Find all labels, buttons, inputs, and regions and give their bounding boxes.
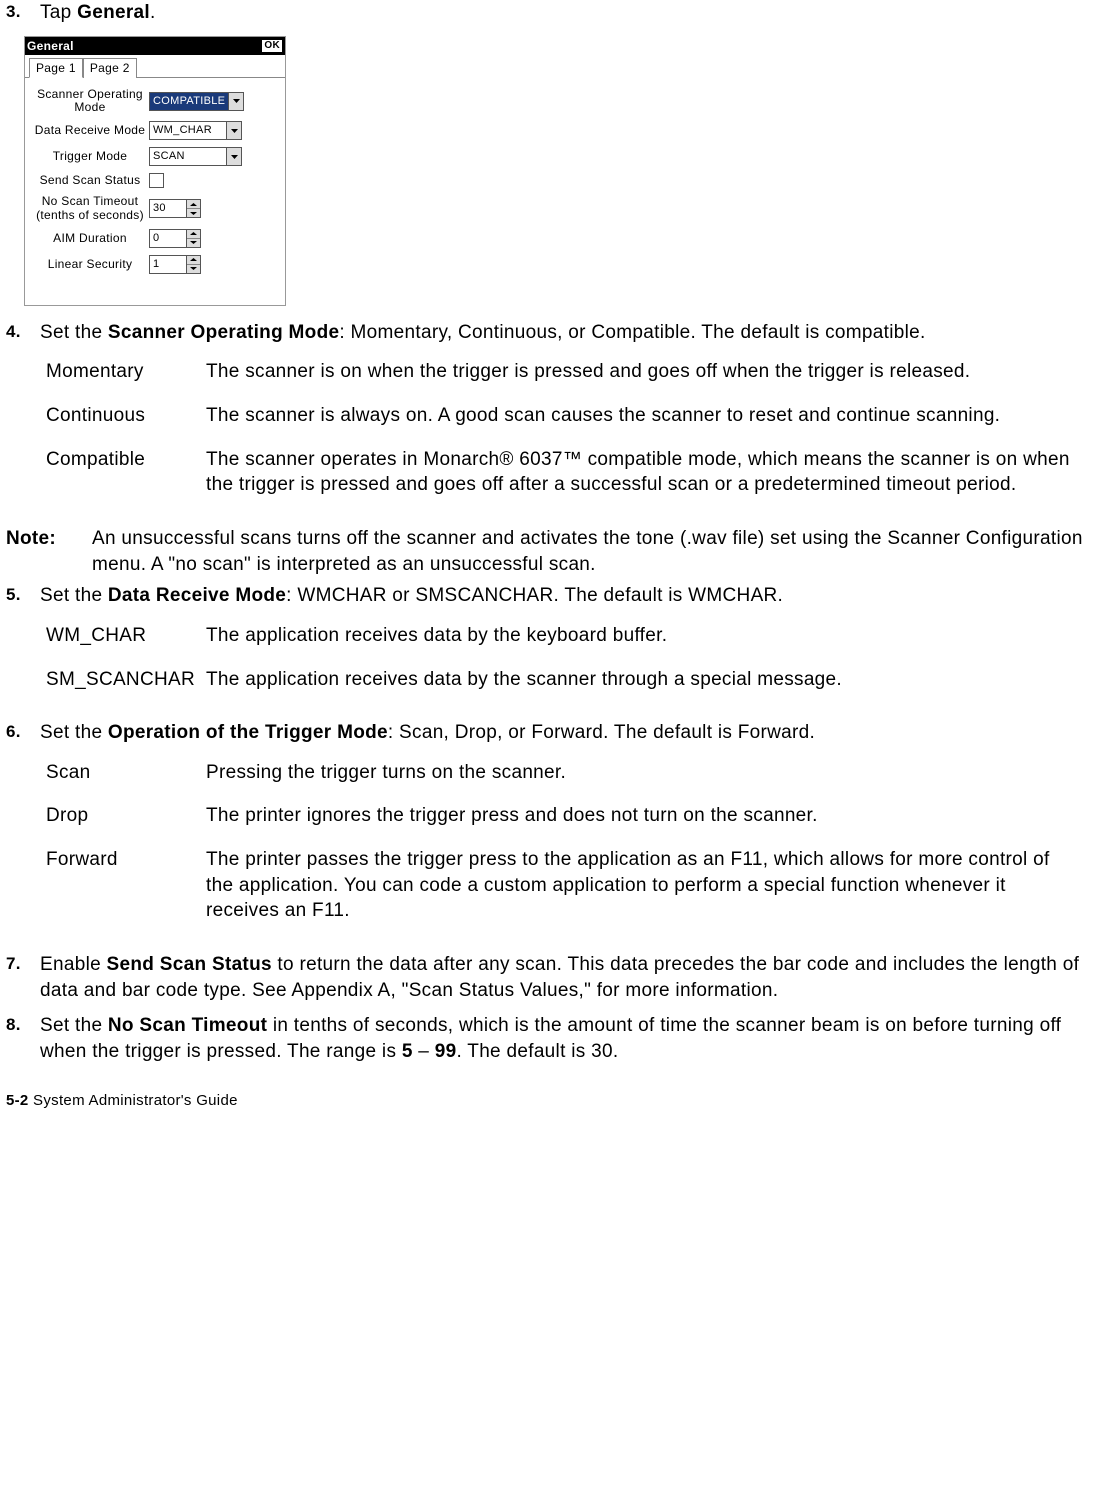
step-number: 5. [6,583,40,710]
page-footer: 5-2 System Administrator's Guide [6,1091,1101,1111]
trigger-mode-definitions: ScanPressing the trigger turns on the sc… [46,760,1101,924]
scanner-operating-mode-label: Scanner Operating Mode [31,88,149,114]
step-4: 4. Set the Scanner Operating Mode: Momen… [6,320,1101,516]
step-number: 4. [6,320,40,516]
step-6: 6. Set the Operation of the Trigger Mode… [6,720,1101,942]
data-receive-mode-combo[interactable]: WM_CHAR [149,121,242,140]
step-body: Set the No Scan Timeout in tenths of sec… [40,1013,1101,1064]
step-number: 3. [6,0,40,26]
def-term: Compatible [46,447,206,498]
def-term: Continuous [46,403,206,429]
linear-security-label: Linear Security [31,258,149,271]
no-scan-timeout-spinner[interactable]: 30 [149,199,201,218]
spinner-down-icon[interactable] [187,239,200,247]
tab-page1[interactable]: Page 1 [29,58,83,78]
linear-security-spinner[interactable]: 1 [149,255,201,274]
aim-duration-spinner[interactable]: 0 [149,229,201,248]
step-body: Enable Send Scan Status to return the da… [40,952,1101,1003]
data-receive-mode-label: Data Receive Mode [31,124,149,137]
step-body: Set the Data Receive Mode: WMCHAR or SMS… [40,583,1101,710]
footer-title: System Administrator's Guide [29,1092,238,1109]
spinner-down-icon[interactable] [187,209,200,217]
dialog-titlebar: General OK [25,37,285,55]
general-dialog-screenshot: General OK Page 1 Page 2 Scanner Operati… [24,36,286,306]
def-term: WM_CHAR [46,623,206,649]
spinner-up-icon[interactable] [187,230,200,239]
scanner-operating-mode-combo[interactable]: COMPATIBLE [149,92,244,111]
spinner-down-icon[interactable] [187,265,200,273]
scanner-mode-definitions: MomentaryThe scanner is on when the trig… [46,359,1101,498]
def-term: Momentary [46,359,206,385]
def-desc: The scanner is on when the trigger is pr… [206,359,1101,385]
dropdown-icon[interactable] [226,148,241,165]
tab-page2[interactable]: Page 2 [83,58,137,78]
spinner-up-icon[interactable] [187,256,200,265]
dropdown-icon[interactable] [228,93,243,110]
dialog-form: Scanner Operating Mode COMPATIBLE Data R… [25,78,285,305]
step-body: Set the Scanner Operating Mode: Momentar… [40,320,1101,516]
step-5: 5. Set the Data Receive Mode: WMCHAR or … [6,583,1101,710]
dropdown-icon[interactable] [226,122,241,139]
step-8: 8. Set the No Scan Timeout in tenths of … [6,1013,1101,1064]
spinner-up-icon[interactable] [187,200,200,209]
send-scan-status-checkbox[interactable] [149,173,164,188]
def-term: Drop [46,803,206,829]
def-desc: The scanner operates in Monarch® 6037™ c… [206,447,1101,498]
def-desc: The printer ignores the trigger press an… [206,803,1101,829]
dialog-tabs: Page 1 Page 2 [25,55,285,78]
def-desc: The printer passes the trigger press to … [206,847,1101,924]
def-desc: The scanner is always on. A good scan ca… [206,403,1101,429]
note-label: Note: [6,526,92,577]
data-receive-definitions: WM_CHARThe application receives data by … [46,623,1101,692]
step-body: Tap General. [40,0,1101,26]
aim-duration-label: AIM Duration [31,232,149,245]
def-term: Forward [46,847,206,924]
dialog-title: General [27,38,74,54]
step-number: 8. [6,1013,40,1064]
def-desc: The application receives data by the sca… [206,667,1101,693]
def-term: SM_SCANCHAR [46,667,206,693]
step-body: Set the Operation of the Trigger Mode: S… [40,720,1101,942]
note-text: An unsuccessful scans turns off the scan… [92,526,1101,577]
step-number: 7. [6,952,40,1003]
step-3: 3. Tap General. [6,0,1101,26]
no-scan-timeout-label: No Scan Timeout (tenths of seconds) [31,195,149,221]
ok-button[interactable]: OK [261,39,283,53]
def-desc: Pressing the trigger turns on the scanne… [206,760,1101,786]
trigger-mode-label: Trigger Mode [31,150,149,163]
send-scan-status-label: Send Scan Status [31,174,149,187]
step-7: 7. Enable Send Scan Status to return the… [6,952,1101,1003]
def-term: Scan [46,760,206,786]
step-number: 6. [6,720,40,942]
trigger-mode-combo[interactable]: SCAN [149,147,242,166]
def-desc: The application receives data by the key… [206,623,1101,649]
note: Note: An unsuccessful scans turns off th… [6,526,1101,577]
page-number: 5-2 [6,1092,29,1109]
